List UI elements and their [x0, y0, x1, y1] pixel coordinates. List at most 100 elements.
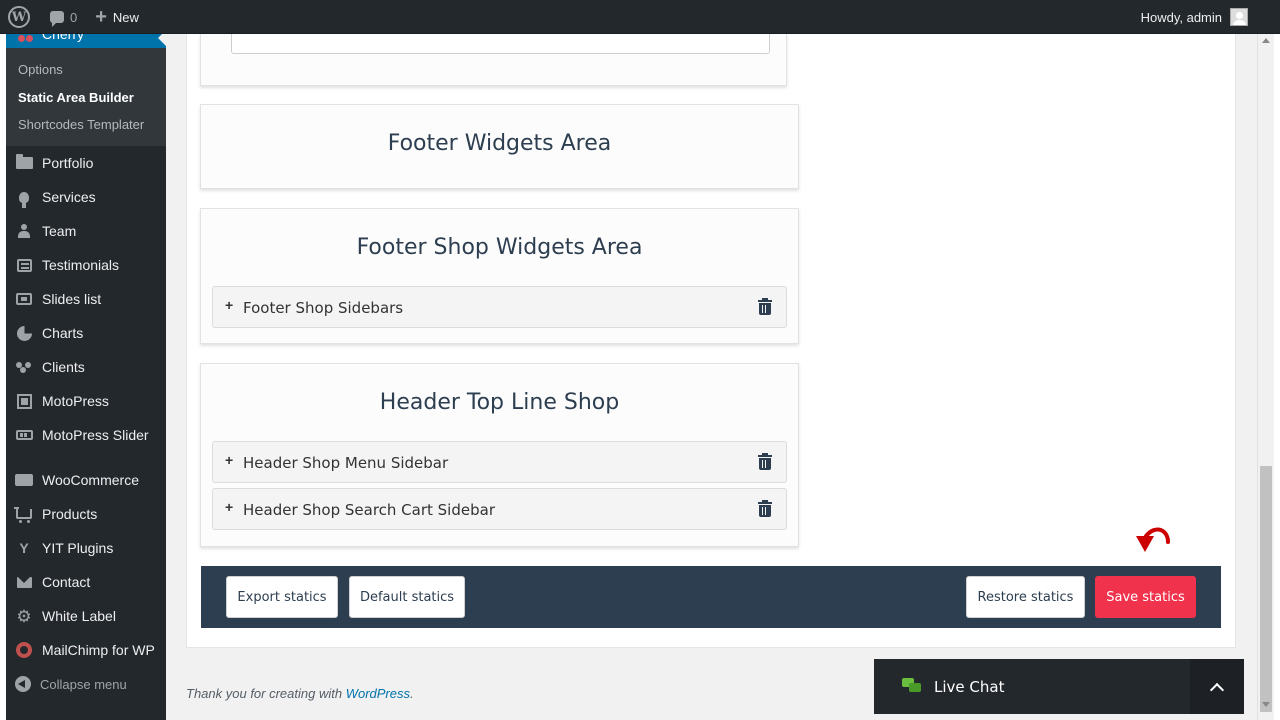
sidebar-item-portfolio[interactable]: Portfolio [6, 146, 166, 180]
restore-statics-button[interactable]: Restore statics [966, 576, 1085, 618]
avatar [1230, 8, 1248, 26]
gear-icon: ⚙ [16, 606, 32, 626]
default-statics-button[interactable]: Default statics [349, 576, 465, 618]
scroll-down-arrow-icon[interactable] [1262, 702, 1270, 707]
admin-sidebar: Cherry Options Static Area Builder Short… [0, 34, 166, 720]
sidebar-item-woocommerce[interactable]: WooCommerce [6, 463, 166, 497]
sidebar-item-label: MotoPress [42, 393, 109, 409]
submenu-item-static-area-builder[interactable]: Static Area Builder [18, 90, 134, 105]
slider-icon [15, 430, 33, 440]
live-chat-label: Live Chat [934, 678, 1005, 696]
sidebar-item-cherry[interactable]: Cherry [6, 34, 166, 48]
sidebar-item-label: Clients [42, 359, 85, 375]
sidebar-item-label: WooCommerce [42, 472, 139, 488]
sidebar-item-yit-plugins[interactable]: Y YIT Plugins [6, 531, 166, 565]
widget-label: Header Shop Menu Sidebar [243, 454, 449, 472]
testimonial-icon [16, 258, 32, 272]
lightbulb-icon [19, 191, 29, 208]
sidebar-item-team[interactable]: Team [6, 214, 166, 248]
trash-icon[interactable] [758, 453, 772, 470]
my-account-menu[interactable]: Howdy, admin [1141, 0, 1248, 34]
folder-icon [15, 154, 33, 169]
sidebar-item-slides-list[interactable]: Slides list [6, 282, 166, 316]
sidebar-item-label: Portfolio [42, 155, 94, 171]
sidebar-item-white-label[interactable]: ⚙ White Label [6, 599, 166, 633]
statics-action-bar: Export statics Default statics Restore s… [201, 566, 1221, 628]
collapse-menu-label: Collapse menu [40, 676, 127, 692]
sidebar-item-label: Testimonials [42, 257, 120, 273]
trash-icon[interactable] [758, 298, 772, 315]
save-statics-button[interactable]: Save statics [1095, 576, 1196, 618]
mail-icon [16, 576, 32, 588]
submenu-item-options[interactable]: Options [18, 62, 63, 77]
sidebar-item-services[interactable]: Services [6, 180, 166, 214]
plus-icon: + [95, 6, 107, 28]
chevron-up-icon [1209, 682, 1225, 697]
sidebar-item-testimonials[interactable]: Testimonials [6, 248, 166, 282]
page-scrollbar[interactable] [1257, 34, 1274, 720]
area-title: Footer Widgets Area [387, 131, 612, 156]
area-title: Footer Shop Widgets Area [356, 235, 643, 260]
sidebar-item-contact[interactable]: Contact [6, 565, 166, 599]
widget-item[interactable]: + Footer Shop Sidebars [212, 286, 787, 328]
sidebar-item-motopress-slider[interactable]: MotoPress Slider [6, 418, 166, 452]
slides-icon [16, 293, 32, 305]
sidebar-item-label: Team [42, 223, 77, 239]
person-icon [17, 224, 31, 238]
widget-item[interactable]: + Header Shop Search Cart Sidebar [212, 488, 787, 530]
footer-suffix: . [410, 686, 414, 701]
sidebar-item-motopress[interactable]: MotoPress [6, 384, 166, 418]
admin-footer-text: Thank you for creating with WordPress. [186, 686, 414, 701]
partial-input-box [231, 34, 770, 54]
yit-icon: Y [19, 540, 29, 556]
cherry-submenu: Options Static Area Builder Shortcodes T… [6, 48, 166, 146]
pie-chart-icon [16, 325, 32, 341]
scrollbar-thumb[interactable] [1260, 466, 1272, 712]
collapse-menu-button[interactable]: Collapse menu [6, 672, 166, 696]
mailchimp-icon [16, 642, 32, 658]
comment-bubble-icon [50, 11, 64, 27]
widget-label: Footer Shop Sidebars [243, 299, 404, 317]
widget-item[interactable]: + Header Shop Menu Sidebar [212, 441, 787, 483]
sidebar-item-label: Slides list [42, 291, 102, 307]
comments-button[interactable]: 0 [50, 9, 78, 27]
static-area-header-top-line-shop: Header Top Line Shop + Header Shop Menu … [200, 363, 799, 547]
static-area-partial [200, 34, 787, 86]
wordpress-logo-icon[interactable]: W [8, 6, 30, 28]
expand-plus-icon[interactable]: + [225, 499, 233, 515]
sidebar-item-label: MotoPress Slider [42, 427, 149, 443]
new-content-button[interactable]: + New [95, 7, 139, 27]
widget-label: Header Shop Search Cart Sidebar [243, 501, 495, 519]
live-chat-widget[interactable]: Live Chat [874, 659, 1244, 714]
woocommerce-icon [15, 474, 33, 486]
scroll-up-arrow-icon[interactable] [1262, 38, 1270, 43]
expand-plus-icon[interactable]: + [225, 297, 233, 313]
cherry-icon [18, 35, 25, 42]
greeting-text: Howdy, admin [1140, 9, 1222, 25]
live-chat-toggle-button[interactable] [1190, 659, 1244, 714]
wordpress-link[interactable]: WordPress [346, 686, 410, 701]
static-area-footer-widgets: Footer Widgets Area [200, 104, 799, 189]
cherry-icon-dot [26, 35, 33, 42]
sidebar-item-products[interactable]: Products [6, 497, 166, 531]
chat-bubbles-icon [902, 678, 922, 694]
curved-arrow-icon [1136, 527, 1170, 552]
collapse-arrow-icon [15, 676, 31, 692]
export-statics-button[interactable]: Export statics [226, 576, 338, 618]
expand-plus-icon[interactable]: + [225, 452, 233, 468]
admin-bar: W 0 + New Howdy, admin [0, 0, 1280, 34]
sidebar-item-label: White Label [42, 608, 116, 624]
sidebar-item-label: Products [42, 506, 98, 522]
trash-icon[interactable] [758, 500, 772, 517]
area-title: Header Top Line Shop [379, 390, 620, 415]
sidebar-item-label: Charts [42, 325, 84, 341]
sidebar-item-label: Services [42, 189, 96, 205]
footer-thanks-text: Thank you for creating with [186, 686, 346, 701]
active-menu-notch [158, 34, 166, 46]
window-edge [1274, 0, 1280, 720]
sidebar-item-charts[interactable]: Charts [6, 316, 166, 350]
sidebar-item-mailchimp[interactable]: MailChimp for WP [6, 633, 166, 667]
submenu-item-shortcodes-templater[interactable]: Shortcodes Templater [18, 117, 144, 132]
sidebar-item-clients[interactable]: Clients [6, 350, 166, 384]
comments-count: 0 [70, 9, 78, 25]
